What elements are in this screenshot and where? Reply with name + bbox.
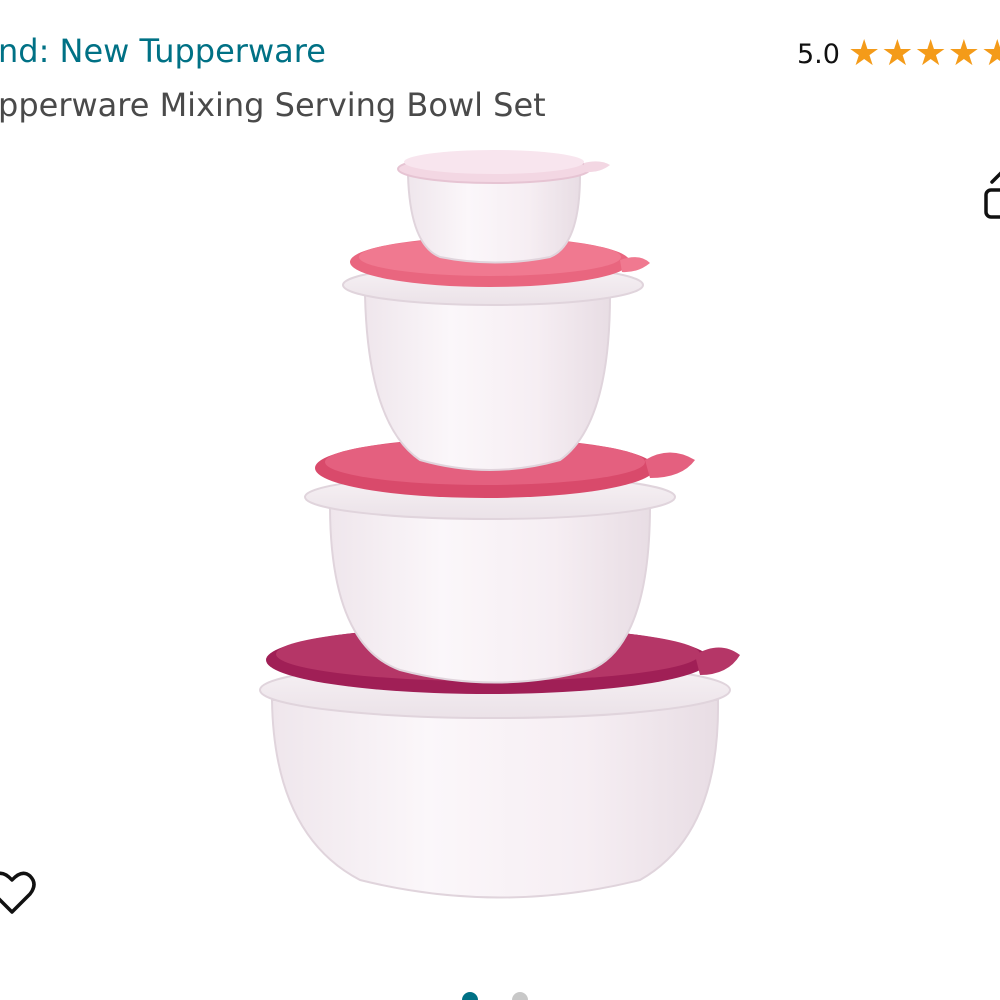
product-page: nd: New Tupperware pperware Mixing Servi… [0, 0, 1000, 1000]
rating-value: 5.0 [797, 38, 840, 70]
small-bowl [342, 237, 650, 471]
star-icon: ★ [847, 33, 881, 74]
star-rating: ★ ★ ★ ★ ★ [848, 36, 1000, 72]
rating-summary[interactable]: 5.0 ★ ★ ★ ★ ★ [797, 36, 1000, 72]
carousel-dot[interactable] [512, 992, 528, 1000]
share-icon[interactable] [982, 170, 1000, 220]
star-icon: ★ [881, 33, 914, 74]
carousel-indicators [462, 992, 528, 1000]
carousel-dot-active[interactable] [462, 992, 478, 1000]
star-icon: ★ [981, 33, 1000, 74]
brand-link[interactable]: nd: New Tupperware [0, 32, 326, 70]
heart-icon[interactable] [0, 868, 36, 918]
product-image[interactable] [250, 135, 750, 945]
product-title: pperware Mixing Serving Bowl Set [0, 86, 546, 124]
star-icon: ★ [947, 33, 981, 74]
star-icon: ★ [914, 33, 947, 74]
